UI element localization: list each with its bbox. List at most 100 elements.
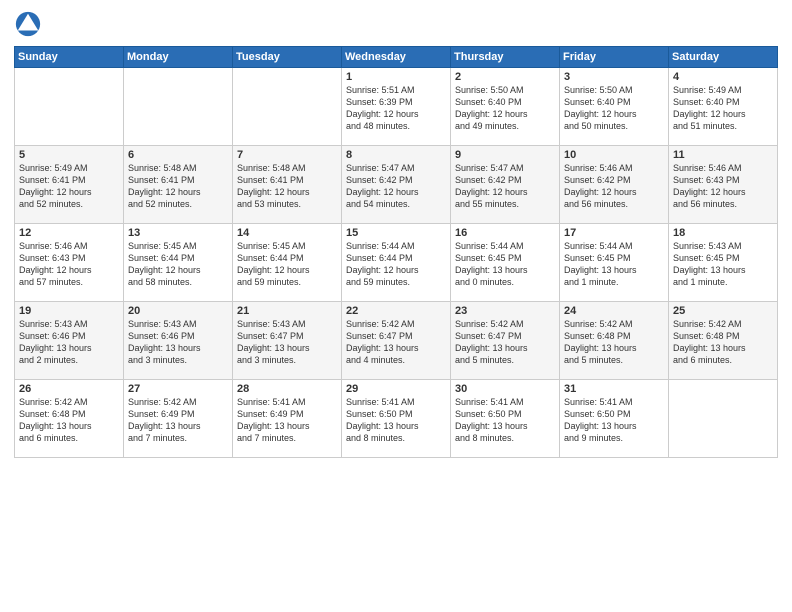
week-row-2: 5Sunrise: 5:49 AM Sunset: 6:41 PM Daylig…	[15, 146, 778, 224]
week-row-1: 1Sunrise: 5:51 AM Sunset: 6:39 PM Daylig…	[15, 68, 778, 146]
day-info: Sunrise: 5:41 AM Sunset: 6:50 PM Dayligh…	[564, 396, 664, 445]
day-cell: 13Sunrise: 5:45 AM Sunset: 6:44 PM Dayli…	[124, 224, 233, 302]
day-cell: 5Sunrise: 5:49 AM Sunset: 6:41 PM Daylig…	[15, 146, 124, 224]
day-cell: 11Sunrise: 5:46 AM Sunset: 6:43 PM Dayli…	[669, 146, 778, 224]
day-number: 25	[673, 305, 773, 317]
day-number: 21	[237, 305, 337, 317]
day-info: Sunrise: 5:42 AM Sunset: 6:48 PM Dayligh…	[19, 396, 119, 445]
day-cell: 31Sunrise: 5:41 AM Sunset: 6:50 PM Dayli…	[560, 380, 669, 458]
day-number: 19	[19, 305, 119, 317]
day-cell: 25Sunrise: 5:42 AM Sunset: 6:48 PM Dayli…	[669, 302, 778, 380]
day-info: Sunrise: 5:42 AM Sunset: 6:47 PM Dayligh…	[455, 318, 555, 367]
day-info: Sunrise: 5:45 AM Sunset: 6:44 PM Dayligh…	[128, 240, 228, 289]
day-info: Sunrise: 5:44 AM Sunset: 6:44 PM Dayligh…	[346, 240, 446, 289]
day-cell: 30Sunrise: 5:41 AM Sunset: 6:50 PM Dayli…	[451, 380, 560, 458]
header-cell-friday: Friday	[560, 47, 669, 68]
day-info: Sunrise: 5:42 AM Sunset: 6:48 PM Dayligh…	[673, 318, 773, 367]
day-info: Sunrise: 5:50 AM Sunset: 6:40 PM Dayligh…	[564, 84, 664, 133]
day-cell: 18Sunrise: 5:43 AM Sunset: 6:45 PM Dayli…	[669, 224, 778, 302]
day-number: 30	[455, 383, 555, 395]
day-number: 7	[237, 149, 337, 161]
day-info: Sunrise: 5:41 AM Sunset: 6:50 PM Dayligh…	[455, 396, 555, 445]
header-cell-monday: Monday	[124, 47, 233, 68]
day-cell: 24Sunrise: 5:42 AM Sunset: 6:48 PM Dayli…	[560, 302, 669, 380]
day-info: Sunrise: 5:45 AM Sunset: 6:44 PM Dayligh…	[237, 240, 337, 289]
day-info: Sunrise: 5:48 AM Sunset: 6:41 PM Dayligh…	[237, 162, 337, 211]
day-cell: 28Sunrise: 5:41 AM Sunset: 6:49 PM Dayli…	[233, 380, 342, 458]
day-number: 28	[237, 383, 337, 395]
day-number: 9	[455, 149, 555, 161]
day-number: 11	[673, 149, 773, 161]
day-cell: 9Sunrise: 5:47 AM Sunset: 6:42 PM Daylig…	[451, 146, 560, 224]
day-info: Sunrise: 5:49 AM Sunset: 6:40 PM Dayligh…	[673, 84, 773, 133]
day-cell: 15Sunrise: 5:44 AM Sunset: 6:44 PM Dayli…	[342, 224, 451, 302]
day-number: 26	[19, 383, 119, 395]
day-cell: 27Sunrise: 5:42 AM Sunset: 6:49 PM Dayli…	[124, 380, 233, 458]
day-number: 8	[346, 149, 446, 161]
day-info: Sunrise: 5:47 AM Sunset: 6:42 PM Dayligh…	[455, 162, 555, 211]
header-cell-thursday: Thursday	[451, 47, 560, 68]
day-cell: 17Sunrise: 5:44 AM Sunset: 6:45 PM Dayli…	[560, 224, 669, 302]
day-number: 29	[346, 383, 446, 395]
week-row-5: 26Sunrise: 5:42 AM Sunset: 6:48 PM Dayli…	[15, 380, 778, 458]
logo-icon	[14, 10, 42, 38]
day-info: Sunrise: 5:42 AM Sunset: 6:49 PM Dayligh…	[128, 396, 228, 445]
day-cell: 29Sunrise: 5:41 AM Sunset: 6:50 PM Dayli…	[342, 380, 451, 458]
day-info: Sunrise: 5:47 AM Sunset: 6:42 PM Dayligh…	[346, 162, 446, 211]
day-cell: 19Sunrise: 5:43 AM Sunset: 6:46 PM Dayli…	[15, 302, 124, 380]
day-info: Sunrise: 5:41 AM Sunset: 6:49 PM Dayligh…	[237, 396, 337, 445]
week-row-4: 19Sunrise: 5:43 AM Sunset: 6:46 PM Dayli…	[15, 302, 778, 380]
day-cell: 21Sunrise: 5:43 AM Sunset: 6:47 PM Dayli…	[233, 302, 342, 380]
calendar-table: SundayMondayTuesdayWednesdayThursdayFrid…	[14, 46, 778, 458]
day-number: 3	[564, 71, 664, 83]
day-number: 1	[346, 71, 446, 83]
day-info: Sunrise: 5:43 AM Sunset: 6:47 PM Dayligh…	[237, 318, 337, 367]
day-cell: 22Sunrise: 5:42 AM Sunset: 6:47 PM Dayli…	[342, 302, 451, 380]
logo	[14, 10, 46, 38]
header	[14, 10, 778, 38]
header-row: SundayMondayTuesdayWednesdayThursdayFrid…	[15, 47, 778, 68]
header-cell-wednesday: Wednesday	[342, 47, 451, 68]
day-cell	[124, 68, 233, 146]
day-info: Sunrise: 5:46 AM Sunset: 6:43 PM Dayligh…	[19, 240, 119, 289]
day-cell: 26Sunrise: 5:42 AM Sunset: 6:48 PM Dayli…	[15, 380, 124, 458]
day-cell: 8Sunrise: 5:47 AM Sunset: 6:42 PM Daylig…	[342, 146, 451, 224]
day-info: Sunrise: 5:43 AM Sunset: 6:46 PM Dayligh…	[128, 318, 228, 367]
day-number: 18	[673, 227, 773, 239]
week-row-3: 12Sunrise: 5:46 AM Sunset: 6:43 PM Dayli…	[15, 224, 778, 302]
day-info: Sunrise: 5:41 AM Sunset: 6:50 PM Dayligh…	[346, 396, 446, 445]
day-info: Sunrise: 5:44 AM Sunset: 6:45 PM Dayligh…	[564, 240, 664, 289]
day-info: Sunrise: 5:49 AM Sunset: 6:41 PM Dayligh…	[19, 162, 119, 211]
header-cell-sunday: Sunday	[15, 47, 124, 68]
day-number: 24	[564, 305, 664, 317]
day-cell: 14Sunrise: 5:45 AM Sunset: 6:44 PM Dayli…	[233, 224, 342, 302]
day-number: 14	[237, 227, 337, 239]
day-info: Sunrise: 5:42 AM Sunset: 6:48 PM Dayligh…	[564, 318, 664, 367]
day-number: 22	[346, 305, 446, 317]
day-cell: 20Sunrise: 5:43 AM Sunset: 6:46 PM Dayli…	[124, 302, 233, 380]
day-cell: 6Sunrise: 5:48 AM Sunset: 6:41 PM Daylig…	[124, 146, 233, 224]
day-info: Sunrise: 5:46 AM Sunset: 6:43 PM Dayligh…	[673, 162, 773, 211]
day-number: 27	[128, 383, 228, 395]
day-info: Sunrise: 5:44 AM Sunset: 6:45 PM Dayligh…	[455, 240, 555, 289]
day-cell	[233, 68, 342, 146]
day-cell: 12Sunrise: 5:46 AM Sunset: 6:43 PM Dayli…	[15, 224, 124, 302]
day-info: Sunrise: 5:43 AM Sunset: 6:46 PM Dayligh…	[19, 318, 119, 367]
day-info: Sunrise: 5:46 AM Sunset: 6:42 PM Dayligh…	[564, 162, 664, 211]
day-number: 6	[128, 149, 228, 161]
day-info: Sunrise: 5:48 AM Sunset: 6:41 PM Dayligh…	[128, 162, 228, 211]
day-cell	[669, 380, 778, 458]
day-cell: 4Sunrise: 5:49 AM Sunset: 6:40 PM Daylig…	[669, 68, 778, 146]
day-number: 23	[455, 305, 555, 317]
day-number: 12	[19, 227, 119, 239]
day-info: Sunrise: 5:42 AM Sunset: 6:47 PM Dayligh…	[346, 318, 446, 367]
day-cell: 7Sunrise: 5:48 AM Sunset: 6:41 PM Daylig…	[233, 146, 342, 224]
day-number: 10	[564, 149, 664, 161]
calendar-page: SundayMondayTuesdayWednesdayThursdayFrid…	[0, 0, 792, 612]
header-cell-saturday: Saturday	[669, 47, 778, 68]
day-info: Sunrise: 5:50 AM Sunset: 6:40 PM Dayligh…	[455, 84, 555, 133]
day-number: 2	[455, 71, 555, 83]
day-cell	[15, 68, 124, 146]
day-number: 15	[346, 227, 446, 239]
day-info: Sunrise: 5:43 AM Sunset: 6:45 PM Dayligh…	[673, 240, 773, 289]
